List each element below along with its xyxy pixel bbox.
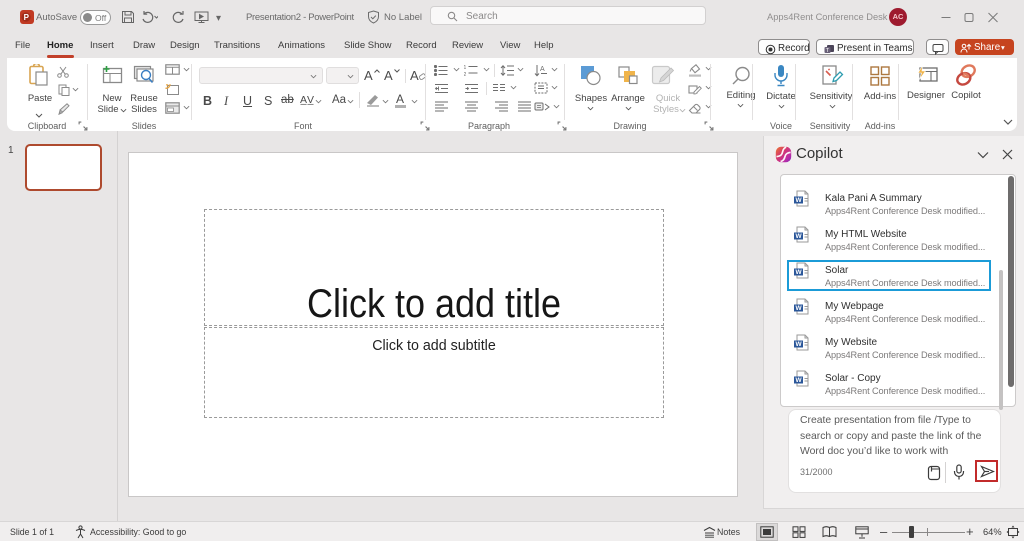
svg-text:W: W [796, 233, 803, 240]
svg-text:2: 2 [464, 72, 467, 76]
svg-text:W: W [796, 377, 803, 384]
svg-text:W: W [796, 197, 803, 204]
svg-text:1: 1 [464, 65, 467, 71]
svg-text:A: A [540, 66, 545, 73]
svg-text:W: W [796, 305, 803, 312]
svg-text:W: W [796, 341, 803, 348]
svg-text:P: P [24, 13, 30, 22]
